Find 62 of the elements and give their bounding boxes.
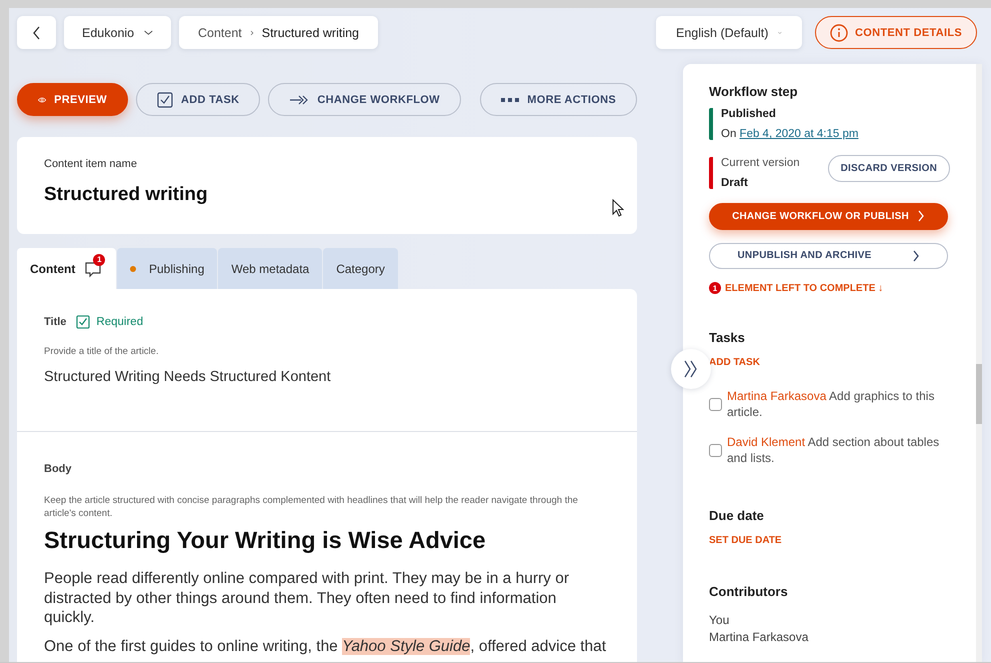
article-heading: Structuring Your Writing is Wise Advice [44,527,487,554]
contributor-name: You [709,613,730,627]
assignee-link[interactable]: Martina Farkasova [727,389,826,403]
breadcrumb-item[interactable]: Content [198,26,242,40]
section-heading: Tasks [709,330,745,345]
add-task-link[interactable]: ADD TASK [709,357,760,368]
field-label: Content item name [44,158,138,170]
chevron-left-icon [32,26,42,40]
status-value: Draft [721,177,749,189]
more-actions-button[interactable]: MORE ACTIONS [480,83,637,116]
contributor-name: Martina Farkasova [709,630,808,644]
guideline-text: Keep the article structured with concise paragraphs complemented with headlines that will help the reader navigate through the article's content. [44,494,579,520]
language-dropdown[interactable]: English (Default) [656,16,802,49]
content-details-button[interactable]: CONTENT DETAILS [815,16,977,49]
add-task-button[interactable]: ADD TASK [136,83,260,116]
publish-button[interactable]: CHANGE WORKFLOW OR PUBLISH [709,203,948,230]
dots-icon [501,98,520,102]
status-label: Current version [721,157,800,169]
breadcrumb-item: Structured writing [262,26,359,40]
element-label: Body [44,463,72,475]
preview-button[interactable]: PREVIEW [17,83,128,116]
task-checkbox[interactable] [709,398,722,410]
change-workflow-button[interactable]: CHANGE WORKFLOW [268,83,461,116]
element-label: Title [44,316,66,328]
count-badge: 1 [709,282,721,294]
task-text: David Klement Add section about tables and lists. [727,434,940,466]
item-name-field[interactable]: Structured writing [44,184,610,206]
mouse-cursor-icon [612,199,624,217]
status-label: Published [721,108,777,120]
project-dropdown[interactable]: Edukonio [64,16,171,49]
chevron-right-icon [916,210,925,222]
article-paragraph: One of the first guides to online writing, the Yahoo Style Guide, offered advice that [44,636,608,656]
tab[interactable]: Category [323,248,398,289]
article-paragraph: People read differently online compared with print. They may be in a hurry or distracted by other things around them. They often need to find information quickly. [44,569,570,628]
set-due-date-link[interactable]: SET DUE DATE [709,535,782,546]
assignee-link[interactable]: David Klement [727,435,806,449]
section-heading: Contributors [709,584,788,599]
double-chevron-right-icon [683,359,699,379]
count-badge: 1 [93,254,106,266]
incomplete-elements-link[interactable]: ELEMENT LEFT TO COMPLETE ↓ [725,282,884,294]
discard-version-button[interactable]: DISCARD VERSION [828,155,950,182]
expand-panel-button[interactable] [671,349,711,389]
title-field[interactable]: Structured Writing Needs Structured Kontent [44,369,610,385]
tab[interactable]: Web metadata [218,248,322,289]
scrollbar[interactable] [976,64,982,662]
task-text: Martina Farkasova Add graphics to this article. [727,388,936,420]
chevron-down-icon [144,28,153,36]
chevron-right-icon [912,250,920,262]
section-heading: Due date [709,508,764,523]
arrow-right-icon [289,94,310,104]
task-checkbox[interactable] [709,444,722,456]
guideline-text: Provide a title of the article. [44,345,160,358]
unpublish-button[interactable]: UNPUBLISH AND ARCHIVE [709,242,948,269]
checkbox-icon [157,92,173,108]
checkbox-checked-icon [76,315,90,329]
publish-date-text: On Feb 4, 2020 at 4:15 pm [721,128,858,140]
section-heading: Workflow step [709,84,798,99]
tab[interactable]: Publishing [117,248,218,289]
required-status: Required [76,315,144,329]
date-link[interactable]: Feb 4, 2020 at 4:15 pm [740,128,858,140]
tab[interactable]: Content 1 [17,248,116,289]
info-icon [830,24,848,42]
